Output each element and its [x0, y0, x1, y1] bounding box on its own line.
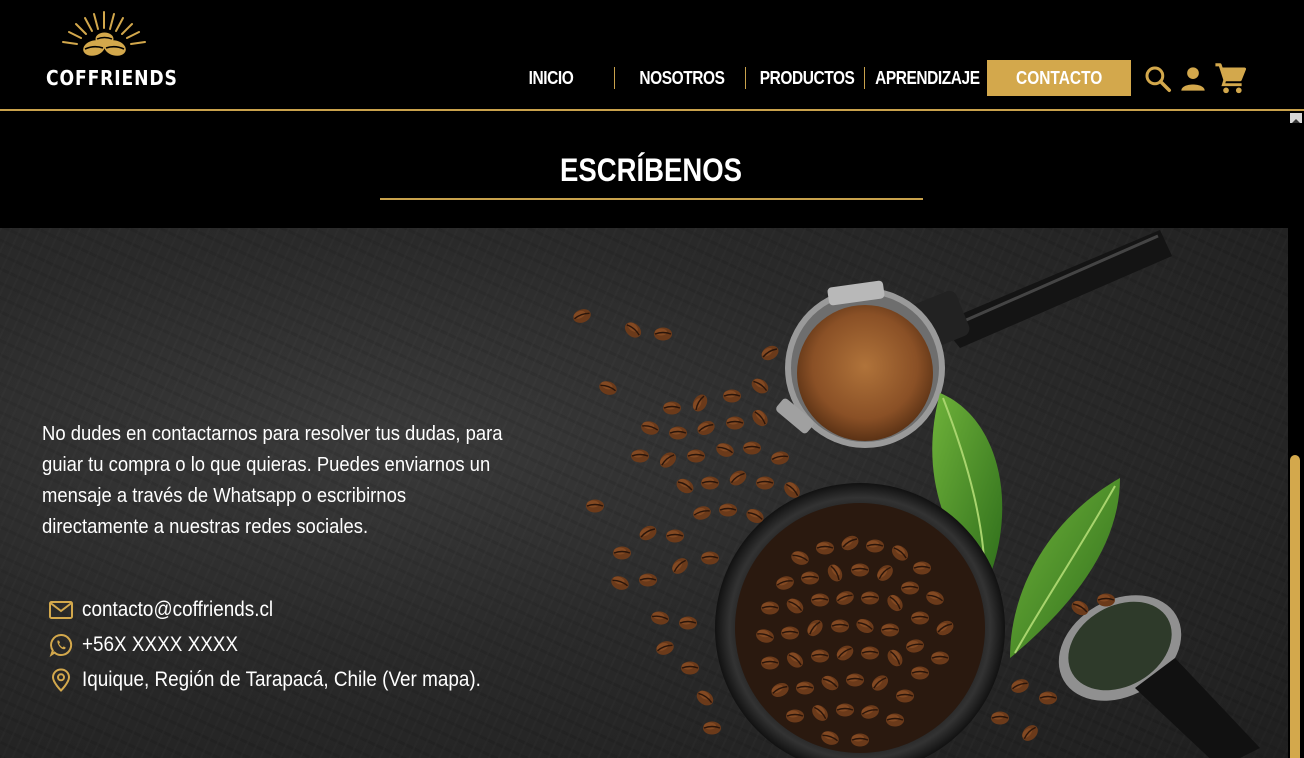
nav-item-contacto[interactable]: CONTACTO [987, 60, 1132, 96]
brand-logo[interactable]: COFFRIENDS [44, 6, 177, 92]
title-underline [380, 198, 923, 200]
whatsapp-icon [48, 632, 74, 658]
nav-separator [864, 67, 865, 89]
scrollbar-thumb[interactable] [1290, 455, 1300, 758]
page-title: ESCRÍBENOS [560, 152, 742, 188]
contact-list: contacto@coffriends.cl +56X XXXX XXXX Iq… [48, 592, 525, 697]
scroll-up-arrow-icon[interactable] [1290, 113, 1302, 123]
mail-icon [48, 597, 74, 623]
contact-phone-row[interactable]: +56X XXXX XXXX [48, 627, 525, 662]
nav-item-nosotros[interactable]: NOSOTROS [636, 68, 727, 89]
location-pin-icon [48, 667, 74, 693]
nav-separator [614, 67, 615, 89]
nav-item-productos[interactable]: PRODUCTOS [760, 68, 855, 89]
cart-icon[interactable] [1213, 62, 1249, 96]
contact-address[interactable]: Iquique, Región de Tarapacá, Chile (Ver … [82, 668, 481, 692]
contact-email-row[interactable]: contacto@coffriends.cl [48, 592, 525, 627]
site-header: COFFRIENDS INICIO NOSOTROS PRODUCTOS APR… [0, 0, 1304, 111]
brand-name: COFFRIENDS [46, 66, 178, 90]
intro-text: No dudes en contactarnos para resolver t… [42, 422, 503, 538]
coffee-beans-sunburst-icon [62, 11, 146, 56]
user-icon[interactable] [1179, 64, 1207, 94]
contact-phone[interactable]: +56X XXXX XXXX [82, 633, 238, 657]
nav-separator [745, 67, 746, 89]
main-nav: INICIO NOSOTROS PRODUCTOS APRENDIZAJE CO… [520, 60, 1132, 96]
nav-item-inicio[interactable]: INICIO [524, 68, 577, 89]
contacto-label: CONTACTO [1016, 68, 1103, 88]
nav-item-aprendizaje[interactable]: APRENDIZAJE [875, 68, 980, 89]
coffee-image [570, 230, 1260, 758]
contact-email[interactable]: contacto@coffriends.cl [82, 598, 273, 622]
search-icon[interactable] [1143, 64, 1173, 94]
header-icons [1143, 62, 1249, 96]
contact-address-row[interactable]: Iquique, Región de Tarapacá, Chile (Ver … [48, 662, 525, 697]
